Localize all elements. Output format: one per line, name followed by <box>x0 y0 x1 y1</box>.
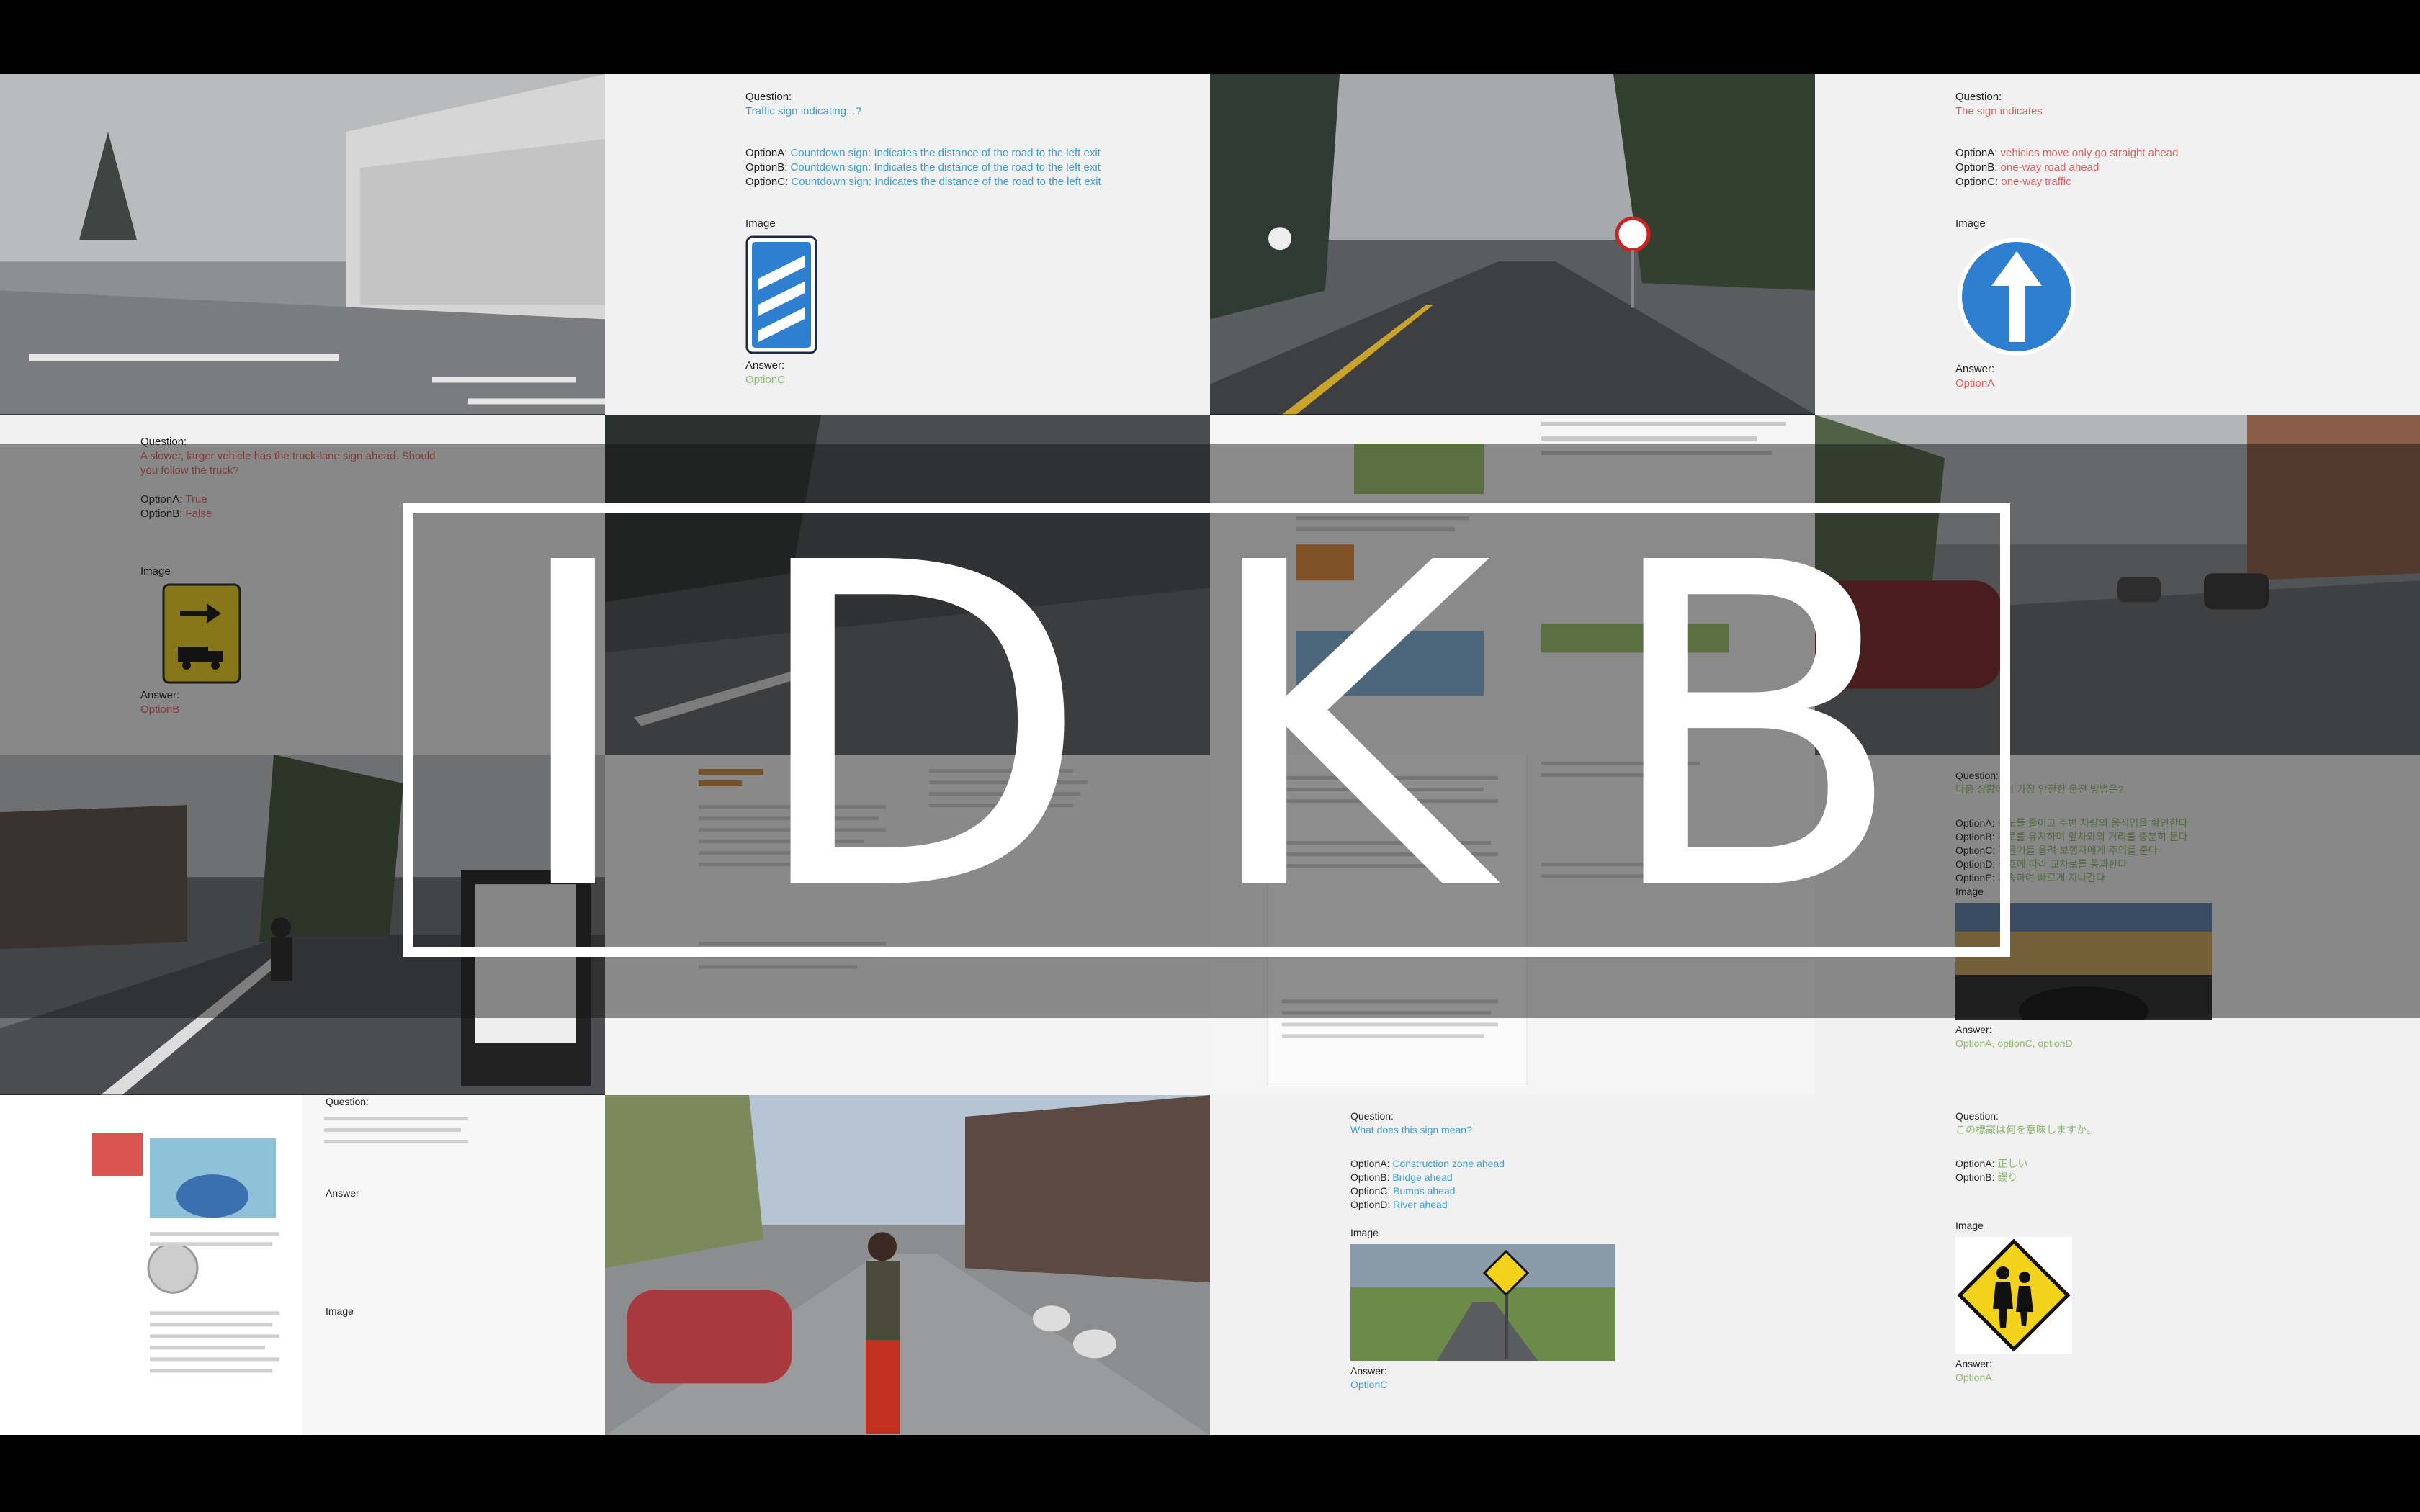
answer-text: OptionA <box>1955 1371 1992 1383</box>
option-label: OptionD: <box>1350 1198 1391 1210</box>
question-label: Question: <box>1955 1110 1999 1122</box>
question-label: Question: <box>1955 91 2002 103</box>
option-text: one-way traffic <box>2001 176 2071 188</box>
answer-label: Answer: <box>1350 1364 1387 1377</box>
bumps-sign-photo <box>1350 1243 1615 1361</box>
option-text: vehicles move only go straight ahead <box>2000 147 2179 159</box>
qa-card-school-crossing: Question: この標識は何を意味しますか。 OptionA: 正しい Op… <box>1815 1094 2420 1435</box>
option-text: Countdown sign: Indicates the distance o… <box>790 147 1101 159</box>
option-label: OptionC: <box>1955 176 1999 188</box>
countdown-sign-icon <box>745 235 817 354</box>
answer-label: Answer: <box>1955 1357 1992 1369</box>
question-label: Question: <box>326 1095 369 1107</box>
image-label: Image <box>326 1305 354 1317</box>
option-text: River ahead <box>1393 1198 1448 1210</box>
qa-card-bumps: Question: What does this sign mean? Opti… <box>1210 1094 1815 1435</box>
question-text: この標識は何を意味しますか。 <box>1955 1123 2097 1135</box>
foggy-street-scene <box>0 74 605 415</box>
question-text: What does this sign mean? <box>1350 1123 1472 1135</box>
question-label: Question: <box>1350 1110 1394 1122</box>
qa-card-straight-ahead: Question: The sign indicates OptionA: ve… <box>1815 74 2420 415</box>
option-text: Construction zone ahead <box>1392 1157 1505 1169</box>
option-text: Countdown sign: Indicates the distance o… <box>790 161 1101 174</box>
pedestrian-car-scene <box>605 1094 1210 1435</box>
image-label: Image <box>1350 1226 1379 1238</box>
answer-text: OptionC <box>745 374 786 386</box>
answer-text: OptionC <box>1350 1378 1388 1390</box>
option-text: Bridge ahead <box>1392 1171 1453 1183</box>
straight-arrow-sign-icon <box>1958 238 2076 356</box>
option-label: OptionC: <box>745 176 789 188</box>
image-label: Image <box>1955 1219 1984 1231</box>
option-label: OptionB: <box>745 161 788 174</box>
rainy-road-scene <box>1210 74 1815 415</box>
option-label: OptionA: <box>745 147 788 159</box>
option-text: Bumps ahead <box>1393 1184 1456 1197</box>
option-text: one-way road ahead <box>2000 161 2099 174</box>
qa-card-countdown: Question: Traffic sign indicating...? Op… <box>605 74 1210 415</box>
answer-label: Answer <box>326 1187 359 1199</box>
option-text: 正しい <box>1997 1157 2028 1169</box>
answer-label: Answer: <box>1955 363 1995 375</box>
children-crossing-sign-icon <box>1955 1236 2072 1354</box>
option-label: OptionA: <box>1955 147 1998 159</box>
option-text: 誤り <box>1997 1171 2018 1183</box>
image-label: Image <box>745 217 776 230</box>
answer-label: Answer: <box>1955 1024 1992 1035</box>
motorcycle-handbook-scene: Question: Answer Image <box>0 1094 605 1435</box>
option-label: OptionC: <box>1350 1184 1391 1197</box>
question-label: Question: <box>745 91 792 103</box>
question-text: Traffic sign indicating...? <box>745 105 861 117</box>
answer-text: OptionA <box>1955 377 1995 390</box>
option-label: OptionB: <box>1955 161 1998 174</box>
title-logo: IDKB <box>506 470 2015 989</box>
option-label: OptionB: <box>1350 1171 1390 1183</box>
option-label: OptionA: <box>1350 1157 1390 1169</box>
title-frame: IDKB <box>403 503 2010 957</box>
option-text: Countdown sign: Indicates the distance o… <box>791 176 1101 188</box>
image-label: Image <box>1955 217 1986 230</box>
option-label: OptionB: <box>1955 1171 1995 1183</box>
option-label: OptionA: <box>1955 1157 1995 1169</box>
answer-label: Answer: <box>745 359 785 372</box>
answer-text: OptionA, optionC, optionD <box>1955 1038 2073 1049</box>
question-text: The sign indicates <box>1955 105 2043 117</box>
